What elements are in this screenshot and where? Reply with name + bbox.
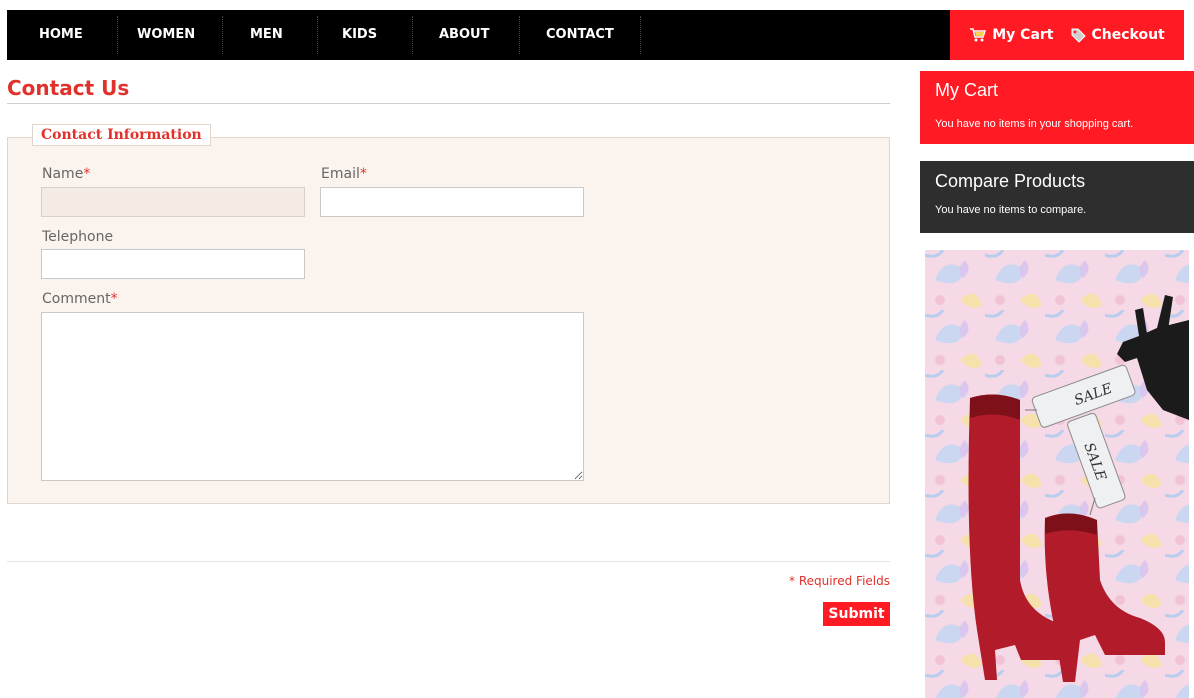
sidebar-compare-text: You have no items to compare. bbox=[935, 204, 1087, 216]
nav-divider bbox=[317, 16, 318, 54]
sidebar-compare-title: Compare Products bbox=[935, 171, 1086, 191]
tag-icon bbox=[1070, 27, 1087, 44]
fieldset-legend: Contact Information bbox=[32, 124, 211, 146]
telephone-field[interactable] bbox=[41, 249, 305, 279]
email-field[interactable] bbox=[320, 187, 584, 217]
comment-label: Comment* bbox=[42, 291, 118, 307]
nav-divider bbox=[412, 16, 413, 54]
top-navigation-bar: HOME WOMEN MEN KIDS ABOUT CONTACT My Car… bbox=[7, 10, 1184, 60]
nav-divider bbox=[640, 16, 641, 54]
sidebar-cart-block: My Cart You have no items in your shoppi… bbox=[920, 71, 1194, 144]
sidebar-cart-title: My Cart bbox=[935, 80, 998, 100]
name-field[interactable] bbox=[41, 187, 305, 217]
shopping-cart-icon bbox=[969, 27, 987, 43]
nav-divider bbox=[117, 16, 118, 54]
required-fields-note: * Required Fields bbox=[789, 574, 890, 588]
sidebar-cart-text: You have no items in your shopping cart. bbox=[935, 118, 1134, 130]
checkout-link[interactable]: Checkout bbox=[1070, 27, 1165, 44]
nav-about[interactable]: ABOUT bbox=[417, 10, 517, 60]
email-label: Email* bbox=[321, 166, 367, 182]
comment-textarea[interactable] bbox=[41, 312, 584, 481]
sidebar-compare-block: Compare Products You have no items to co… bbox=[920, 161, 1194, 233]
nav-divider bbox=[222, 16, 223, 54]
title-divider bbox=[7, 103, 890, 104]
nav-home[interactable]: HOME bbox=[27, 10, 107, 60]
sale-boots-banner[interactable]: SALE SALE bbox=[925, 250, 1189, 698]
nav-contact[interactable]: CONTACT bbox=[525, 10, 635, 60]
telephone-label: Telephone bbox=[42, 229, 114, 245]
form-footer-divider bbox=[7, 561, 890, 562]
nav-kids[interactable]: KIDS bbox=[322, 10, 407, 60]
nav-men[interactable]: MEN bbox=[227, 10, 312, 60]
name-label: Name* bbox=[42, 166, 91, 182]
submit-button[interactable]: Submit bbox=[823, 602, 890, 626]
sale-boots-illustration: SALE SALE bbox=[925, 250, 1189, 698]
my-cart-link[interactable]: My Cart bbox=[969, 27, 1054, 43]
cart-checkout-bar: My Cart Checkout bbox=[950, 10, 1184, 60]
nav-women[interactable]: WOMEN bbox=[122, 10, 212, 60]
page-title: Contact Us bbox=[7, 76, 130, 100]
nav-divider bbox=[519, 16, 520, 54]
